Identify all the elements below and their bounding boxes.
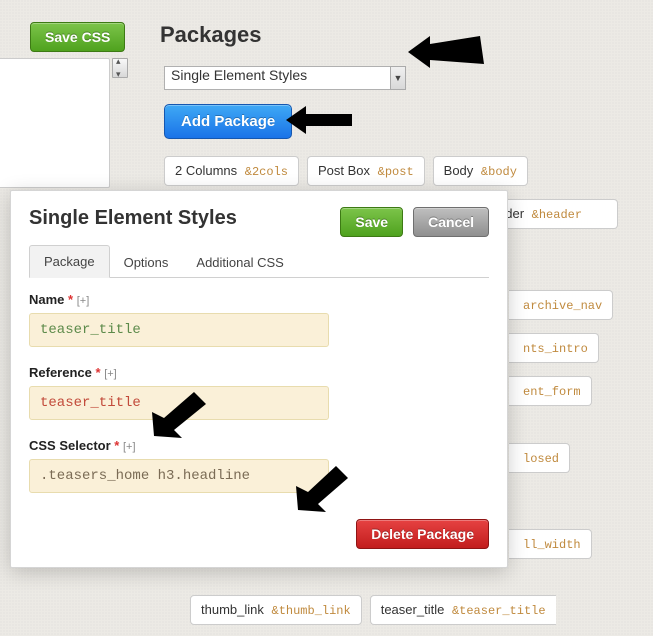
field-name: Name * [+] bbox=[29, 292, 489, 347]
field-label: CSS Selector * [+] bbox=[29, 438, 489, 453]
required-icon: * bbox=[96, 365, 101, 380]
package-pill-row: thumb_link &thumb_link teaser_title &tea… bbox=[190, 595, 653, 625]
field-label: Name * [+] bbox=[29, 292, 489, 307]
field-label: Reference * [+] bbox=[29, 365, 489, 380]
package-select[interactable]: Single Element Styles bbox=[164, 66, 406, 90]
name-input[interactable] bbox=[29, 313, 329, 347]
chevron-down-icon[interactable]: ▼ bbox=[390, 66, 406, 90]
required-icon: * bbox=[68, 292, 73, 307]
add-package-button[interactable]: Add Package bbox=[164, 104, 292, 139]
package-pill[interactable]: ll_width bbox=[509, 529, 592, 559]
package-select-value: Single Element Styles bbox=[171, 67, 307, 83]
save-button[interactable]: Save bbox=[340, 207, 403, 237]
package-pill[interactable]: nts_intro bbox=[509, 333, 599, 363]
cancel-button[interactable]: Cancel bbox=[413, 207, 489, 237]
page-title: Packages bbox=[160, 22, 262, 48]
field-reference: Reference * [+] bbox=[29, 365, 489, 420]
package-pill[interactable]: archive_nav bbox=[509, 290, 613, 320]
css-selector-input[interactable] bbox=[29, 459, 329, 493]
required-icon: * bbox=[114, 438, 119, 453]
package-pill[interactable]: teaser_title &teaser_title bbox=[370, 595, 556, 625]
package-pill[interactable]: 2 Columns &2cols bbox=[164, 156, 299, 186]
left-panel bbox=[0, 58, 110, 188]
package-pill[interactable]: thumb_link &thumb_link bbox=[190, 595, 362, 625]
field-css-selector: CSS Selector * [+] bbox=[29, 438, 489, 493]
package-pill[interactable]: losed bbox=[509, 443, 570, 473]
delete-package-button[interactable]: Delete Package bbox=[356, 519, 489, 549]
scroll-handle[interactable] bbox=[112, 58, 128, 78]
tab-package[interactable]: Package bbox=[29, 245, 110, 278]
package-pill[interactable]: ent_form bbox=[509, 376, 592, 406]
tab-options[interactable]: Options bbox=[110, 247, 183, 278]
package-pill-row: 2 Columns &2cols Post Box &post Body &bo… bbox=[164, 156, 634, 186]
expand-icon[interactable]: [+] bbox=[77, 295, 90, 307]
modal-tabs: Package Options Additional CSS bbox=[29, 244, 489, 278]
package-pill[interactable]: Body &body bbox=[433, 156, 528, 186]
save-css-button[interactable]: Save CSS bbox=[30, 22, 125, 52]
package-pill[interactable]: Post Box &post bbox=[307, 156, 425, 186]
expand-icon[interactable]: [+] bbox=[123, 441, 136, 453]
reference-input[interactable] bbox=[29, 386, 329, 420]
tab-additional-css[interactable]: Additional CSS bbox=[182, 247, 297, 278]
edit-package-modal: Single Element Styles Save Cancel Packag… bbox=[10, 190, 508, 568]
expand-icon[interactable]: [+] bbox=[104, 368, 117, 380]
